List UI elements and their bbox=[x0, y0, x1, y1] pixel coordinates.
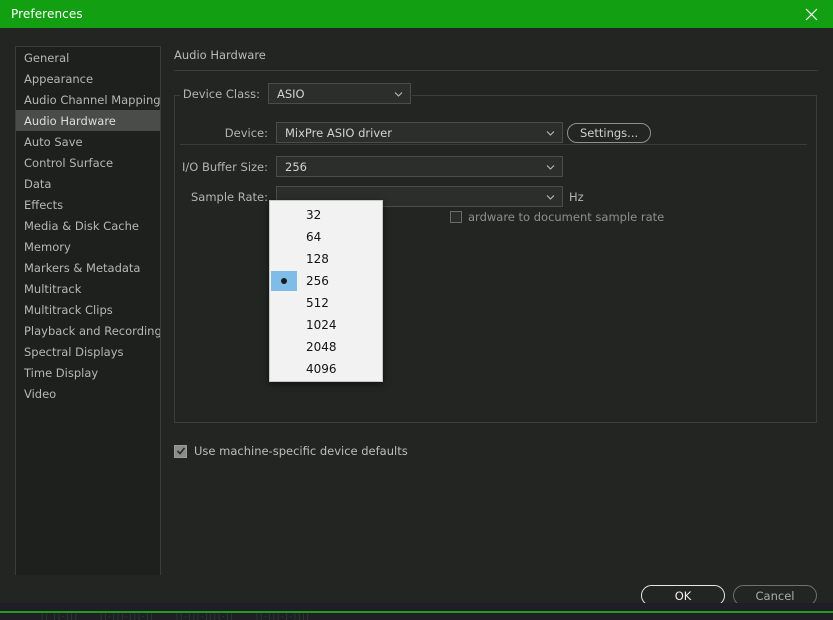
document-sample-rate-checkbox-row[interactable]: ardware to document sample rate bbox=[450, 210, 664, 224]
dropdown-option[interactable]: 512 bbox=[270, 292, 382, 314]
dropdown-option-label: 1024 bbox=[306, 318, 337, 332]
sidebar-item-markers-metadata[interactable]: Markers & Metadata bbox=[16, 257, 160, 278]
dropdown-option-selected[interactable]: 256 bbox=[270, 270, 382, 292]
device-settings-button[interactable]: Settings... bbox=[567, 123, 652, 143]
sidebar-item-label: General bbox=[24, 50, 70, 65]
sidebar-item-control-surface[interactable]: Control Surface bbox=[16, 152, 160, 173]
sidebar-item-label: Markers & Metadata bbox=[24, 260, 141, 275]
sidebar-item-spectral-displays[interactable]: Spectral Displays bbox=[16, 341, 160, 362]
device-class-select[interactable]: ASIO bbox=[268, 83, 411, 104]
radio-empty-icon bbox=[271, 315, 297, 335]
sidebar-item-label: Auto Save bbox=[24, 134, 83, 149]
dropdown-option[interactable]: 32 bbox=[270, 204, 382, 226]
radio-empty-icon bbox=[271, 249, 297, 269]
chevron-down-icon bbox=[546, 192, 555, 201]
device-select[interactable]: MixPre ASIO driver bbox=[276, 122, 563, 143]
sidebar-item-media-disk-cache[interactable]: Media & Disk Cache bbox=[16, 215, 160, 236]
sidebar-item-label: Spectral Displays bbox=[24, 344, 124, 359]
dialog-body: General Appearance Audio Channel Mapping Au… bbox=[0, 28, 833, 603]
dropdown-option[interactable]: 64 bbox=[270, 226, 382, 248]
page-title: Audio Hardware bbox=[174, 48, 266, 62]
sidebar-item-label: Appearance bbox=[24, 71, 94, 86]
sidebar-item-label: Effects bbox=[24, 197, 64, 212]
dialog-footer: OK Cancel bbox=[0, 575, 833, 606]
sample-rate-label: Sample Rate: bbox=[190, 189, 268, 204]
sidebar-item-multitrack[interactable]: Multitrack bbox=[16, 278, 160, 299]
dropdown-option-label: 64 bbox=[306, 230, 322, 244]
sidebar-item-auto-save[interactable]: Auto Save bbox=[16, 131, 160, 152]
preferences-category-list[interactable]: General Appearance Audio Channel Mapping Au… bbox=[15, 46, 161, 592]
dropdown-option-label: 128 bbox=[306, 252, 329, 266]
background-waveform-ticks: || ||·||| ||·|||·|||·|| ||·|||·||||·|| |… bbox=[40, 613, 310, 620]
radio-empty-icon bbox=[271, 227, 297, 247]
io-buffer-size-value: 256 bbox=[285, 159, 307, 174]
sidebar-item-appearance[interactable]: Appearance bbox=[16, 68, 160, 89]
io-buffer-size-select[interactable]: 256 bbox=[276, 156, 563, 177]
window-title: Preferences bbox=[11, 7, 83, 21]
sidebar-item-label: Multitrack Clips bbox=[24, 302, 113, 317]
dropdown-option-label: 4096 bbox=[306, 362, 337, 376]
close-icon[interactable] bbox=[789, 0, 833, 28]
device-row: Device: MixPre ASIO driver bbox=[174, 122, 563, 143]
radio-empty-icon bbox=[271, 293, 297, 313]
sidebar-item-label: Multitrack bbox=[24, 281, 82, 296]
sidebar-item-label: Data bbox=[24, 176, 52, 191]
radio-selected-icon bbox=[271, 271, 297, 291]
sidebar-item-multitrack-clips[interactable]: Multitrack Clips bbox=[16, 299, 160, 320]
sidebar-item-general[interactable]: General bbox=[16, 47, 160, 68]
chevron-down-icon bbox=[546, 162, 555, 171]
dropdown-option-label: 32 bbox=[306, 208, 322, 222]
sidebar-item-playback-and-recording[interactable]: Playback and Recording bbox=[16, 320, 160, 341]
sidebar-item-effects[interactable]: Effects bbox=[16, 194, 160, 215]
checkbox-checked-icon[interactable] bbox=[174, 444, 187, 458]
dropdown-option[interactable]: 128 bbox=[270, 248, 382, 270]
io-buffer-size-row: I/O Buffer Size: 256 bbox=[174, 156, 563, 177]
sidebar-item-audio-hardware[interactable]: Audio Hardware bbox=[16, 110, 160, 131]
dropdown-option[interactable]: 1024 bbox=[270, 314, 382, 336]
window-titlebar: Preferences bbox=[0, 0, 833, 28]
sidebar-item-data[interactable]: Data bbox=[16, 173, 160, 194]
title-divider bbox=[174, 70, 818, 71]
device-class-label: Device Class: bbox=[182, 86, 260, 101]
checkbox-icon[interactable] bbox=[450, 211, 462, 223]
sidebar-item-label: Audio Channel Mapping bbox=[24, 92, 161, 107]
sidebar-item-audio-channel-mapping[interactable]: Audio Channel Mapping bbox=[16, 89, 160, 110]
machine-defaults-checkbox-row[interactable]: Use machine-specific device defaults bbox=[174, 444, 408, 458]
dropdown-option-label: 512 bbox=[306, 296, 329, 310]
dropdown-option-label: 2048 bbox=[306, 340, 337, 354]
io-buffer-size-dropdown-popup[interactable]: 32 64 128 256 512 1024 2048 4096 bbox=[269, 200, 383, 382]
sidebar-item-label: Time Display bbox=[24, 365, 99, 380]
chevron-down-icon bbox=[546, 128, 555, 137]
sidebar-item-label: Control Surface bbox=[24, 155, 114, 170]
dropdown-option-label: 256 bbox=[306, 274, 329, 288]
device-class-value: ASIO bbox=[277, 86, 305, 101]
dropdown-option[interactable]: 4096 bbox=[270, 358, 382, 380]
device-class-row: Device Class: ASIO bbox=[174, 83, 411, 104]
window-left-edge-accent bbox=[0, 0, 3, 28]
device-row-divider bbox=[180, 144, 807, 145]
sidebar-item-label: Memory bbox=[24, 239, 71, 254]
chevron-down-icon bbox=[394, 89, 403, 98]
dropdown-option[interactable]: 2048 bbox=[270, 336, 382, 358]
sidebar-item-memory[interactable]: Memory bbox=[16, 236, 160, 257]
sample-rate-unit-label: Hz bbox=[569, 190, 584, 204]
device-value: MixPre ASIO driver bbox=[285, 125, 392, 140]
radio-empty-icon bbox=[271, 337, 297, 357]
preferences-dialog: Preferences General Appearance Audio Chann… bbox=[0, 0, 833, 620]
sidebar-item-label: Video bbox=[24, 386, 57, 401]
machine-defaults-label: Use machine-specific device defaults bbox=[194, 444, 408, 458]
sidebar-item-time-display[interactable]: Time Display bbox=[16, 362, 160, 383]
sidebar-item-label: Media & Disk Cache bbox=[24, 218, 139, 233]
sidebar-item-label: Playback and Recording bbox=[24, 323, 161, 338]
sidebar-item-video[interactable]: Video bbox=[16, 383, 160, 404]
radio-empty-icon bbox=[271, 359, 297, 379]
document-sample-rate-label: ardware to document sample rate bbox=[468, 210, 665, 224]
io-buffer-size-label: I/O Buffer Size: bbox=[181, 159, 268, 174]
radio-empty-icon bbox=[271, 205, 297, 225]
device-label: Device: bbox=[224, 125, 268, 140]
sidebar-item-label: Audio Hardware bbox=[24, 113, 116, 128]
